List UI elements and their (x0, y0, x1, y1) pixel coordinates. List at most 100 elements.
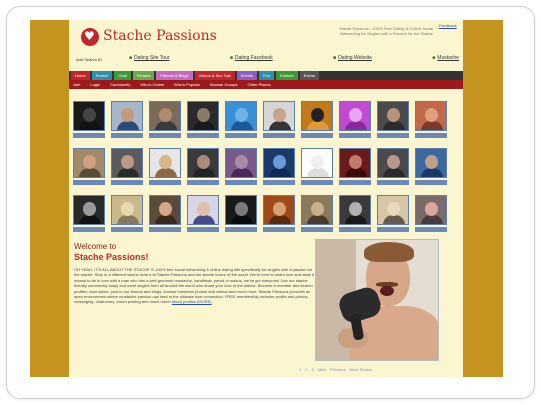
subnav-link[interactable]: Who's Online (140, 80, 164, 89)
member-card[interactable] (187, 195, 221, 235)
member-name-bar[interactable] (73, 180, 105, 185)
member-name-bar[interactable] (415, 133, 447, 138)
member-card[interactable] (339, 148, 373, 188)
member-photo[interactable] (377, 101, 409, 131)
member-name-bar[interactable] (263, 133, 295, 138)
member-photo[interactable] (187, 195, 219, 225)
member-card[interactable] (111, 148, 145, 188)
site-logo-text[interactable]: Stache Passions (103, 28, 217, 44)
member-name-bar[interactable] (111, 133, 143, 138)
member-photo[interactable] (415, 148, 447, 178)
member-name-bar[interactable] (149, 133, 181, 138)
member-name-bar[interactable] (187, 227, 219, 232)
member-name-bar[interactable] (339, 180, 371, 185)
pager-link[interactable]: 2 (305, 367, 307, 372)
pager-link[interactable]: Previous (330, 367, 346, 372)
member-card[interactable] (73, 101, 107, 141)
member-photo[interactable] (377, 195, 409, 225)
member-photo[interactable] (225, 148, 257, 178)
subnav-link[interactable]: Join (73, 80, 80, 89)
member-card[interactable] (263, 101, 297, 141)
member-name-bar[interactable] (187, 180, 219, 185)
member-photo[interactable] (149, 101, 181, 131)
nav-tab[interactable]: Forums (132, 71, 155, 80)
member-name-bar[interactable] (225, 227, 257, 232)
nav-tab[interactable]: Search (91, 71, 113, 80)
member-photo[interactable] (339, 148, 371, 178)
member-name-bar[interactable] (73, 227, 105, 232)
subnav-link[interactable]: Who's Popular (174, 80, 200, 89)
member-photo[interactable] (73, 148, 105, 178)
member-name-bar[interactable] (111, 227, 143, 232)
member-card[interactable] (73, 195, 107, 235)
header-link[interactable]: ■ Dating Website (333, 55, 372, 61)
member-photo[interactable] (187, 101, 219, 131)
member-card[interactable] (263, 195, 297, 235)
subnav-link[interactable]: Community (110, 80, 130, 89)
member-card[interactable] (187, 148, 221, 188)
feedback-link[interactable]: Feedback (439, 23, 457, 28)
member-name-bar[interactable] (301, 180, 333, 185)
member-card[interactable] (301, 101, 335, 141)
member-card[interactable] (149, 148, 183, 188)
member-card[interactable] (149, 101, 183, 141)
member-photo[interactable] (415, 101, 447, 131)
member-name-bar[interactable] (377, 133, 409, 138)
header-link[interactable]: ■ Mustache (432, 55, 459, 61)
member-name-bar[interactable] (73, 133, 105, 138)
member-name-bar[interactable] (339, 227, 371, 232)
member-card[interactable] (377, 195, 411, 235)
member-card[interactable] (415, 148, 449, 188)
member-card[interactable] (187, 101, 221, 141)
member-name-bar[interactable] (263, 227, 295, 232)
member-photo[interactable] (73, 195, 105, 225)
member-card[interactable] (339, 195, 373, 235)
member-card[interactable] (225, 101, 259, 141)
member-card[interactable] (377, 101, 411, 141)
pager-link[interactable]: Next (318, 367, 326, 372)
nav-tab[interactable]: Contact (275, 71, 298, 80)
member-photo[interactable] (339, 195, 371, 225)
member-photo[interactable] (225, 101, 257, 131)
member-name-bar[interactable] (377, 227, 409, 232)
subnav-link[interactable]: Other Places (248, 80, 271, 89)
member-name-bar[interactable] (301, 227, 333, 232)
member-photo[interactable] (301, 148, 333, 178)
member-card[interactable] (73, 148, 107, 188)
member-name-bar[interactable] (187, 133, 219, 138)
member-photo[interactable] (111, 195, 143, 225)
member-card[interactable] (377, 148, 411, 188)
member-photo[interactable] (377, 148, 409, 178)
member-photo[interactable] (149, 148, 181, 178)
member-name-bar[interactable] (111, 180, 143, 185)
member-photo[interactable] (111, 148, 143, 178)
member-card[interactable] (415, 101, 449, 141)
nav-tab[interactable]: Friends & Blogs (156, 71, 193, 80)
member-name-bar[interactable] (377, 180, 409, 185)
member-card[interactable] (111, 195, 145, 235)
member-name-bar[interactable] (263, 180, 295, 185)
pager-link[interactable]: 3 (311, 367, 313, 372)
nav-tab[interactable]: Fun (258, 71, 274, 80)
member-name-bar[interactable] (149, 227, 181, 232)
member-photo[interactable] (187, 148, 219, 178)
member-photo[interactable] (263, 195, 295, 225)
subnav-link[interactable]: Login (90, 80, 100, 89)
member-name-bar[interactable] (225, 133, 257, 138)
member-name-bar[interactable] (301, 133, 333, 138)
member-card[interactable] (225, 148, 259, 188)
member-photo[interactable] (73, 101, 105, 131)
heart-logo-icon[interactable] (81, 28, 99, 46)
member-photo[interactable] (301, 195, 333, 225)
member-card[interactable] (111, 101, 145, 141)
member-photo[interactable] (149, 195, 181, 225)
member-photo[interactable] (111, 101, 143, 131)
nav-tab[interactable]: Events (236, 71, 257, 80)
member-name-bar[interactable] (339, 133, 371, 138)
member-card[interactable] (301, 148, 335, 188)
nav-tab[interactable]: Extras (299, 71, 319, 80)
member-photo[interactable] (263, 148, 295, 178)
pager-link[interactable]: More Photos (350, 367, 373, 372)
more-link[interactable]: about profiles (MORE) (172, 299, 212, 304)
member-card[interactable] (415, 195, 449, 235)
